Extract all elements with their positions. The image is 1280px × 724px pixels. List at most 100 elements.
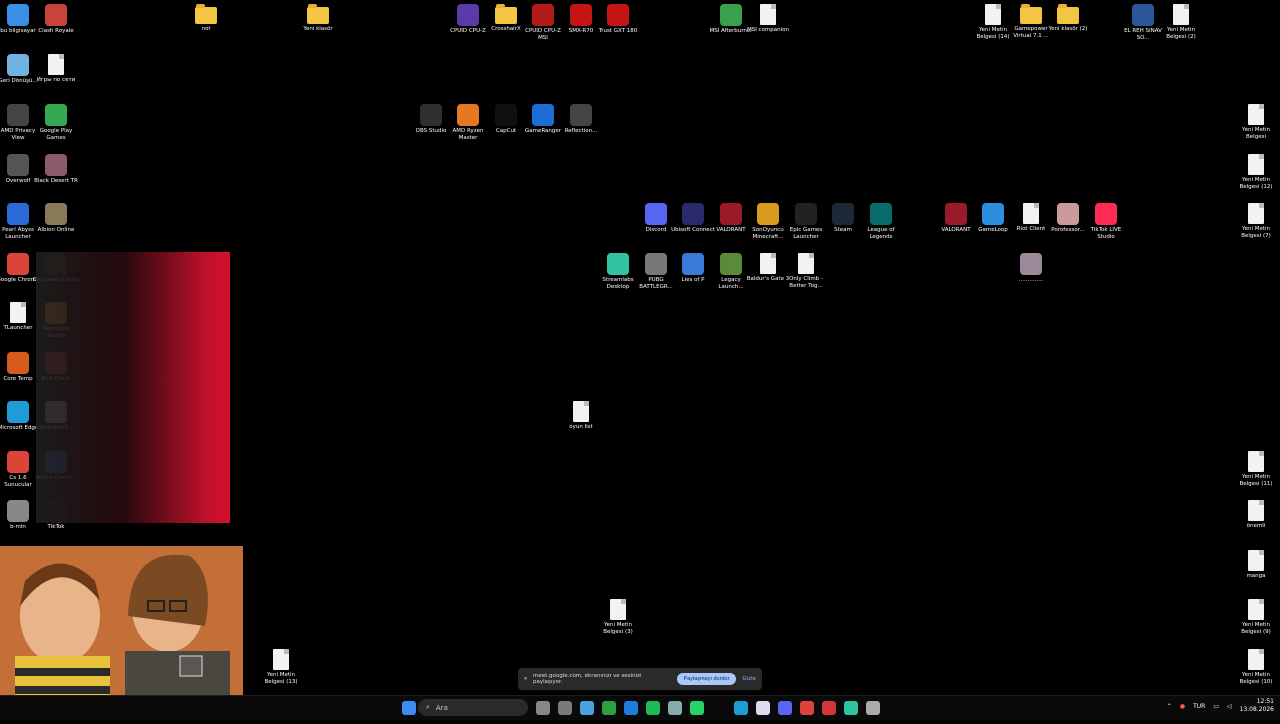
desktop-icon[interactable]: Yeni Metin Belgesi (2): [1161, 4, 1201, 41]
minecraft-icon: [720, 253, 742, 275]
hide-button[interactable]: Gizle: [742, 676, 756, 682]
desktop-icon[interactable]: oyun list: [561, 401, 601, 431]
smx-icon: [570, 4, 592, 26]
desktop-icon[interactable]: TikTok LIVE Studio: [1086, 203, 1126, 241]
streamlabs-icon[interactable]: [844, 701, 858, 715]
cpuz-msi-icon: [532, 4, 554, 26]
desktop-icon[interactable]: Yeni klasör: [298, 4, 338, 33]
desktop-icon-label: Yeni klasör: [303, 26, 333, 32]
file-explorer-icon[interactable]: [580, 701, 594, 715]
desktop-icon[interactable]: GameLoop: [973, 203, 1013, 234]
desktop-icon-label: Black Desert TR: [34, 178, 78, 184]
ubisoft-icon: [682, 203, 704, 225]
desktop-icon[interactable]: Legacy Launch...: [711, 253, 751, 291]
desktop-icon[interactable]: Trust GXT 180: [598, 4, 638, 35]
clock-time: 12:51: [1256, 698, 1274, 705]
edge-icon[interactable]: [734, 701, 748, 715]
desktop-icon[interactable]: Yeni klasör (2): [1048, 4, 1088, 33]
language-indicator[interactable]: TUR: [1193, 703, 1205, 710]
desktop-icon[interactable]: Lies of P: [673, 253, 713, 284]
network-icon[interactable]: ▭: [1213, 703, 1219, 710]
avatar-icon: [7, 500, 29, 522]
desktop-icon[interactable]: Reflection...: [561, 104, 601, 135]
spotify-icon[interactable]: [646, 701, 660, 715]
task-view-icon[interactable]: [536, 701, 550, 715]
desktop-icon[interactable]: Yeni Metin Belgesi (12): [1236, 154, 1276, 191]
document-icon: [1248, 599, 1264, 620]
desktop-icon[interactable]: Albion Online: [36, 203, 76, 234]
desktop-icon[interactable]: MSI companion: [747, 4, 789, 34]
desktop-icon[interactable]: League of Legends: [861, 203, 901, 241]
desktop-icon[interactable]: EL REH SINAV SO...: [1123, 4, 1163, 42]
black-desert-icon: [45, 154, 67, 176]
desktop-icon[interactable]: Ubisoft Connect: [671, 203, 715, 234]
webcam-illustration: [0, 546, 243, 720]
desktop-icon[interactable]: önemli: [1236, 500, 1276, 530]
volume-icon[interactable]: ◁: [1227, 703, 1232, 710]
desktop-icon[interactable]: Yeni Metin Belgesi (11): [1236, 451, 1276, 488]
promo-overlay: [36, 252, 230, 523]
desktop-icon[interactable]: Yeni Metin Belgesi (10): [1236, 649, 1276, 686]
search-icon: ⌕: [426, 703, 430, 711]
desktop-icon[interactable]: Google Play Games: [36, 104, 76, 142]
desktop-icon[interactable]: Yeni Metin Belgesi (9): [1236, 599, 1276, 636]
desktop-icon[interactable]: Cs 1.6 Sunucular: [0, 451, 38, 489]
photos-icon[interactable]: [756, 701, 770, 715]
desktop-icon-label: League of Legends: [867, 227, 895, 240]
stop-sharing-button[interactable]: Paylaşmayı durdur: [676, 673, 737, 685]
reflection-icon: [570, 104, 592, 126]
search-box[interactable]: ⌕ Ara: [418, 699, 528, 716]
desktop-icon[interactable]: Epic Games Launcher: [786, 203, 826, 241]
desktop-icon[interactable]: SonOyuncu Minecraft...: [748, 203, 788, 241]
steam-icon[interactable]: [668, 701, 682, 715]
desktop-icon-label: Yeni Metin Belgesi (12): [1239, 177, 1273, 190]
desktop-icon[interactable]: Yeni Metin Belgesi (7): [1236, 203, 1276, 240]
desktop-icon[interactable]: PUBG BATTLEGR...: [636, 253, 676, 291]
desktop-icon[interactable]: GameRanger: [523, 104, 563, 135]
sonoyuncu-icon: [757, 203, 779, 225]
desktop-icon[interactable]: Игры по сети: [36, 54, 76, 84]
desktop-icon-label: Yeni Metin Belgesi (7): [1241, 226, 1271, 239]
desktop-icon[interactable]: Gamepower Virtual 7.1 ...: [1011, 4, 1051, 40]
desktop-icon[interactable]: CPUID CPU-Z MSI: [523, 4, 563, 42]
settings-icon[interactable]: [866, 701, 880, 715]
xbox-icon[interactable]: [602, 701, 616, 715]
discord-icon[interactable]: [778, 701, 792, 715]
chrome-icon[interactable]: [800, 701, 814, 715]
desktop-icon[interactable]: Clash Royale: [36, 4, 76, 35]
drag-handle-icon[interactable]: ⏸: [524, 675, 527, 683]
microphone-icon[interactable]: ●: [1180, 703, 1185, 710]
desktop-icon[interactable]: not: [186, 4, 226, 33]
widgets-icon[interactable]: [558, 701, 572, 715]
desktop-icon[interactable]: Yeni Metin Belgesi (3): [598, 599, 638, 636]
chevron-up-icon[interactable]: ⌃: [1167, 703, 1172, 710]
desktop-icon[interactable]: Baldur's Gate 3: [747, 253, 789, 283]
riot-icon[interactable]: [822, 701, 836, 715]
desktop-icon[interactable]: Black Desert TR: [34, 154, 78, 185]
clock[interactable]: 12:51 13.08.2026: [1240, 698, 1274, 714]
document-icon: [610, 599, 626, 620]
document-icon: [1248, 451, 1264, 472]
desktop-icon[interactable]: Streamlabs Desktop: [598, 253, 638, 291]
desktop-icon[interactable]: Yeni Metin Belgesi (13): [261, 649, 301, 686]
desktop-icon[interactable]: Yeni Metin Belgesi (14): [973, 4, 1013, 41]
desktop-icon-label: Yeni Metin Belgesi (9): [1241, 622, 1271, 635]
desktop-icon-label: Yeni Metin Belgesi (10): [1239, 672, 1273, 685]
desktop-icon[interactable]: ..............: [1011, 253, 1051, 284]
coretemp-icon: [7, 352, 29, 374]
document-icon: [1248, 500, 1264, 521]
porofessor-icon: [1057, 203, 1079, 225]
mail-icon[interactable]: [624, 701, 638, 715]
start-icon[interactable]: [402, 701, 416, 715]
desktop-icon[interactable]: Pearl Abyss Launcher: [0, 203, 38, 241]
desktop-icon[interactable]: Only Climb - Better Tog...: [786, 253, 826, 290]
desktop-icon[interactable]: Steam: [823, 203, 863, 234]
desktop-icon[interactable]: Yeni Metin Belgesi: [1236, 104, 1276, 141]
desktop-icon[interactable]: Porofessor...: [1048, 203, 1088, 234]
desktop-icon-label: manga: [1246, 573, 1266, 579]
afterburner-icon: [720, 4, 742, 26]
whatsapp-icon[interactable]: [690, 701, 704, 715]
desktop-icon[interactable]: manga: [1236, 550, 1276, 580]
desktop-icon[interactable]: CPUID CPU-Z: [448, 4, 488, 35]
desktop-icon[interactable]: AMD Ryzen Master: [448, 104, 488, 142]
